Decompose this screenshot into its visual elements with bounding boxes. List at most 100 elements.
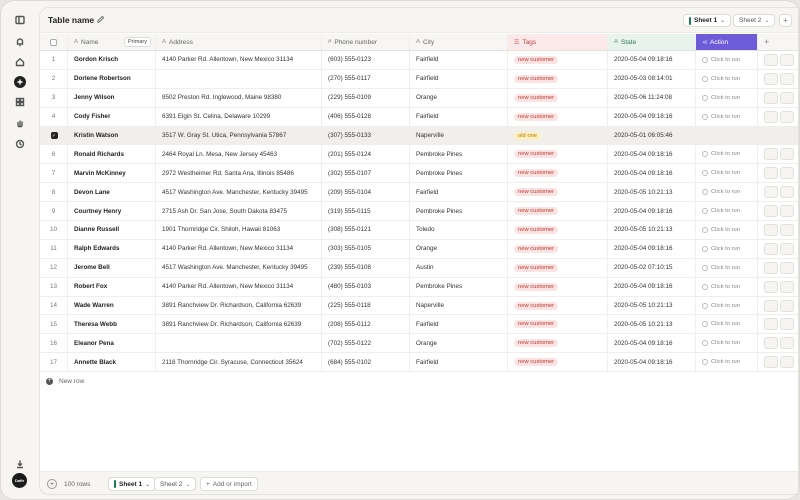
tags-cell[interactable]: new customer (508, 296, 608, 315)
table-row[interactable]: 12 Jerome Bell 4517 Washington Ave. Manc… (40, 258, 798, 278)
column-header-address[interactable]: A Address (156, 34, 322, 50)
run-button[interactable]: Click to run (702, 208, 740, 215)
name-cell[interactable]: Kristin Watson (68, 127, 156, 145)
name-cell[interactable]: Dorlene Robertson (68, 69, 156, 88)
tags-cell[interactable]: new customer (508, 315, 608, 334)
state-cell[interactable]: 2020-05-03 08:14:01 (608, 69, 696, 88)
city-cell[interactable]: Fairfield (410, 69, 508, 88)
phone-cell[interactable]: (209) 555-0104 (322, 183, 410, 202)
name-cell[interactable]: Dianne Russell (68, 221, 156, 239)
table-row[interactable]: 16 Eleanor Pena (702) 555-0122 Orange ne… (40, 334, 798, 354)
action-cell[interactable]: Click to run (696, 88, 758, 107)
run-button[interactable]: Click to run (702, 359, 740, 366)
thumbnail-icon[interactable] (764, 91, 778, 104)
select-all-checkbox[interactable] (50, 38, 57, 46)
sidebar-toggle-icon[interactable] (14, 14, 26, 26)
thumbnail-icon[interactable] (764, 53, 778, 66)
state-cell[interactable]: 2020-05-05 10:21:13 (608, 296, 696, 315)
city-cell[interactable]: Orange (410, 334, 508, 353)
tags-cell[interactable]: new customer (508, 107, 608, 126)
state-cell[interactable]: 2020-05-02 07:10:15 (608, 258, 696, 277)
thumbnail-icon[interactable] (764, 337, 778, 350)
state-cell[interactable]: 2020-05-04 09:18:16 (608, 51, 696, 69)
table-row[interactable]: 3 Jenny Wilson 8502 Preston Rd. Inglewoo… (40, 88, 798, 108)
table-row[interactable]: 1 Gordon Krisch 4140 Parker Rd. Allentow… (40, 51, 798, 70)
thumbnail-icon[interactable] (780, 299, 794, 312)
thumbnail-icon[interactable] (764, 318, 778, 331)
run-button[interactable]: Click to run (702, 245, 740, 252)
tags-cell[interactable]: new customer (508, 221, 608, 239)
table-row[interactable]: 2 Dorlene Robertson (270) 555-0117 Fairf… (40, 69, 798, 89)
column-header-city[interactable]: A City (410, 34, 508, 50)
action-cell[interactable]: Click to run (696, 296, 758, 315)
state-cell[interactable]: 2020-05-05 10:21:13 (608, 221, 696, 239)
address-cell[interactable]: 2118 Thornridge Cir. Syracuse, Connectic… (156, 353, 322, 372)
table-row[interactable]: 6 Ronald Richards 2464 Royal Ln. Mesa, N… (40, 145, 798, 165)
phone-cell[interactable]: (270) 555-0117 (322, 69, 410, 88)
action-cell[interactable]: Click to run (696, 277, 758, 296)
state-cell[interactable]: 2020-05-04 09:18:16 (608, 334, 696, 353)
tags-cell[interactable]: new customer (508, 145, 608, 164)
name-cell[interactable]: Jenny Wilson (68, 88, 156, 107)
phone-cell[interactable]: (319) 555-0115 (322, 202, 410, 221)
address-cell[interactable]: 4517 Washington Ave. Manchester, Kentuck… (156, 258, 322, 277)
bell-icon[interactable] (14, 36, 26, 48)
state-cell[interactable]: 2020-05-04 09:18:16 (608, 145, 696, 164)
phone-cell[interactable]: (480) 555-0103 (322, 277, 410, 296)
thumbnail-icon[interactable] (764, 261, 778, 274)
state-cell[interactable]: 2020-05-04 09:18:16 (608, 277, 696, 296)
footer-tab-sheet-2[interactable]: Sheet 2 ⌄ (154, 477, 197, 491)
run-button[interactable]: Click to run (702, 226, 740, 233)
city-cell[interactable]: Fairfield (410, 183, 508, 202)
phone-cell[interactable]: (201) 555-0124 (322, 145, 410, 164)
address-cell[interactable]: 1901 Thornridge Cir. Shiloh, Hawaii 8106… (156, 221, 322, 239)
name-cell[interactable]: Cody Fisher (68, 107, 156, 126)
address-cell[interactable]: 2715 Ash Dr. San Jose, South Dakota 8347… (156, 202, 322, 221)
tags-cell[interactable]: old one (508, 127, 608, 145)
action-cell[interactable]: Click to run (696, 315, 758, 334)
city-cell[interactable]: Fairfield (410, 107, 508, 126)
action-cell[interactable]: Click to run (696, 69, 758, 88)
state-cell[interactable]: 2020-05-04 09:18:16 (608, 202, 696, 221)
city-cell[interactable]: Fairfield (410, 353, 508, 372)
thumbnail-icon[interactable] (764, 223, 778, 236)
city-cell[interactable]: Toledo (410, 221, 508, 239)
grid-icon[interactable] (14, 96, 26, 108)
add-or-import-button[interactable]: + Add or import (200, 477, 258, 491)
run-button[interactable]: Click to run (702, 321, 740, 328)
edit-title-icon[interactable] (96, 15, 105, 24)
select-all-cell[interactable] (40, 34, 68, 50)
name-cell[interactable]: Courtney Henry (68, 202, 156, 221)
address-cell[interactable]: 3891 Ranchview Dr. Richardson, Californi… (156, 296, 322, 315)
run-button[interactable]: Click to run (702, 94, 740, 101)
thumbnail-icon[interactable] (780, 318, 794, 331)
phone-cell[interactable]: (208) 555-0112 (322, 315, 410, 334)
column-header-tags[interactable]: ☰ Tags (508, 34, 608, 50)
thumbnail-icon[interactable] (764, 356, 778, 369)
tags-cell[interactable]: new customer (508, 258, 608, 277)
name-cell[interactable]: Robert Fox (68, 277, 156, 296)
thumbnail-icon[interactable] (780, 205, 794, 218)
phone-cell[interactable]: (229) 555-0109 (322, 88, 410, 107)
run-button[interactable]: Click to run (702, 170, 740, 177)
name-cell[interactable]: Gordon Krisch (68, 51, 156, 69)
tab-sheet-2[interactable]: Sheet 2 ⌄ (733, 14, 776, 27)
state-cell[interactable]: 2020-05-01 06:05:46 (608, 127, 696, 145)
phone-cell[interactable]: (308) 555-0121 (322, 221, 410, 239)
address-cell[interactable]: 3517 W. Gray St. Utica, Pennsylvania 578… (156, 127, 322, 145)
state-cell[interactable]: 2020-05-04 09:18:16 (608, 164, 696, 183)
phone-cell[interactable]: (406) 555-0128 (322, 107, 410, 126)
table-row[interactable]: 13 Robert Fox 4140 Parker Rd. Allentown,… (40, 277, 798, 297)
thumbnail-icon[interactable] (780, 223, 794, 236)
tags-cell[interactable]: new customer (508, 51, 608, 69)
tags-cell[interactable]: new customer (508, 277, 608, 296)
name-cell[interactable]: Eleanor Pena (68, 334, 156, 353)
address-cell[interactable]: 2464 Royal Ln. Mesa, New Jersey 45463 (156, 145, 322, 164)
thumbnail-icon[interactable] (780, 186, 794, 199)
table-row[interactable]: ✓ Kristin Watson 3517 W. Gray St. Utica,… (40, 126, 798, 146)
name-cell[interactable]: Ronald Richards (68, 145, 156, 164)
table-row[interactable]: 14 Wade Warren 3891 Ranchview Dr. Richar… (40, 296, 798, 316)
action-cell[interactable]: Click to run (696, 353, 758, 372)
table-row[interactable]: 9 Courtney Henry 2715 Ash Dr. San Jose, … (40, 202, 798, 222)
address-cell[interactable]: 4517 Washington Ave. Manchester, Kentuck… (156, 183, 322, 202)
